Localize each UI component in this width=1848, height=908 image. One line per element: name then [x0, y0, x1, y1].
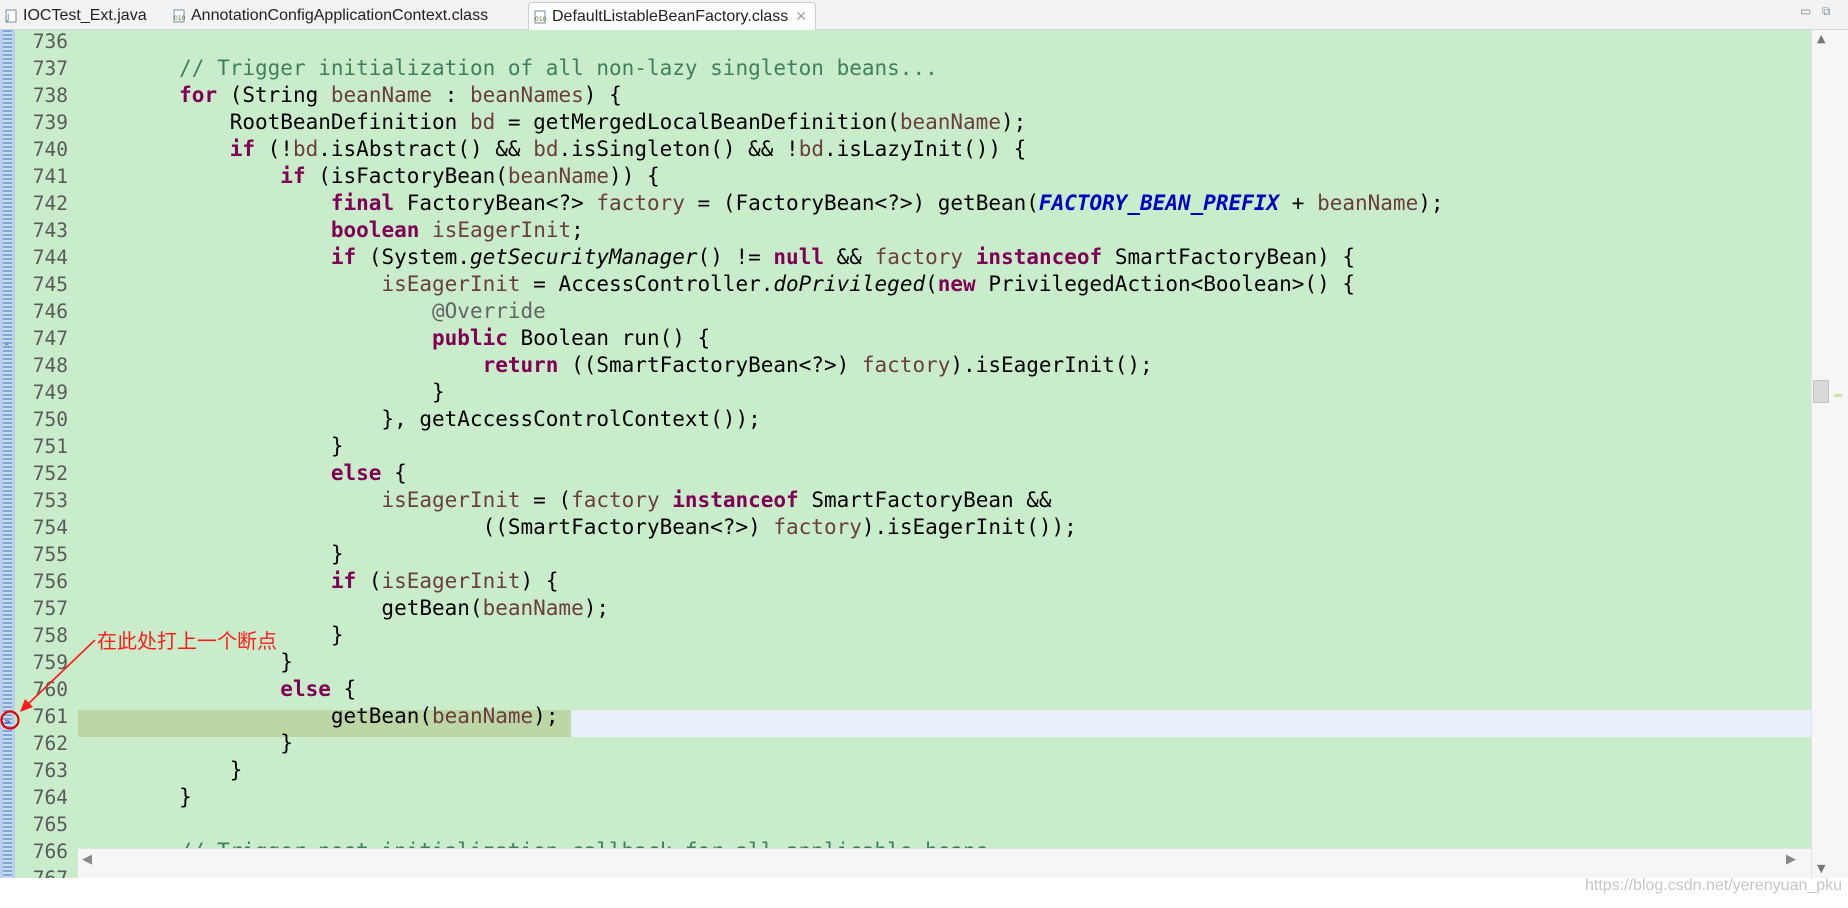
code-line: getBean(beanName);: [78, 596, 610, 620]
line-number: 758: [32, 624, 68, 647]
line-number: 762: [32, 732, 68, 755]
vertical-scrollbar[interactable]: [1811, 30, 1848, 878]
code-line: }, getAccessControlContext());: [78, 407, 761, 431]
line-number: 755: [32, 543, 68, 566]
code-line: }: [78, 785, 192, 809]
code-line: RootBeanDefinition bd = getMergedLocalBe…: [78, 110, 1027, 134]
code-line: isEagerInit = AccessController.doPrivile…: [381, 272, 1355, 296]
scroll-left-icon[interactable]: ◀: [82, 852, 92, 867]
watermark: https://blog.csdn.net/yerenyuan_pku: [1585, 877, 1843, 894]
code-line: }: [78, 731, 293, 755]
code-line: // Trigger initialization of all non-laz…: [179, 56, 938, 80]
line-number: 757: [32, 597, 68, 620]
code-line: else {: [330, 461, 407, 485]
line-number: 736: [32, 30, 68, 53]
code-line: }: [78, 758, 243, 782]
code-line: ((SmartFactoryBean<?>) factory).isEagerI…: [78, 515, 1077, 539]
line-number: 752: [32, 462, 68, 485]
editor-tab-bar: J IOCTest_Ext.java 010 AnnotationConfigA…: [0, 0, 1848, 30]
line-number: 740: [32, 138, 68, 161]
current-code-line: getBean(beanName);: [78, 704, 559, 728]
line-number: 753: [32, 489, 68, 512]
code-line: public Boolean run() {: [432, 326, 711, 350]
line-number: 743: [32, 219, 68, 242]
code-line: final FactoryBean<?> factory = (FactoryB…: [330, 191, 1444, 215]
code-line: }: [78, 542, 344, 566]
line-number: 737: [32, 57, 68, 80]
horizontal-scrollbar[interactable]: [78, 848, 1811, 878]
svg-text:010: 010: [174, 15, 186, 22]
scroll-up-icon[interactable]: ▲: [1817, 32, 1825, 45]
line-number: 756: [32, 570, 68, 593]
line-number: 767: [15, 865, 68, 878]
code-line: }: [78, 434, 344, 458]
line-number: 760: [32, 678, 68, 701]
restore-icon[interactable]: ⧉: [1822, 4, 1831, 19]
current-line-number: 761: [32, 705, 68, 728]
line-number: 739: [32, 111, 68, 134]
line-number: 738: [32, 84, 68, 107]
code-line: for (String beanName : beanNames) {: [179, 83, 622, 107]
svg-text:J: J: [6, 13, 9, 22]
line-number: 741: [32, 165, 68, 188]
line-number: 744: [32, 246, 68, 269]
code-line: if (isFactoryBean(beanName)) {: [280, 164, 660, 188]
code-line: return ((SmartFactoryBean<?>) factory).i…: [482, 353, 1153, 377]
code-line: if (!bd.isAbstract() && bd.isSingleton()…: [229, 137, 1027, 161]
line-number: 754: [32, 516, 68, 539]
tab-label: AnnotationConfigApplicationContext.class: [191, 6, 489, 24]
line-number: 746: [32, 300, 68, 323]
line-number: 745: [32, 273, 68, 296]
tab-annotation-config-app-context[interactable]: 010 AnnotationConfigApplicationContext.c…: [172, 2, 488, 29]
java-file-icon: J: [4, 9, 18, 23]
code-editor[interactable]: 736 737 // Trigger initialization of all…: [0, 30, 1848, 908]
line-number: 764: [32, 786, 68, 809]
tab-default-listable-bean-factory[interactable]: 010 DefaultListableBeanFactory.class ✕: [528, 2, 816, 30]
minimize-icon[interactable]: ▭: [1800, 4, 1811, 18]
line-number: 763: [32, 759, 68, 782]
svg-text:010: 010: [535, 16, 547, 23]
line-number: 751: [32, 435, 68, 458]
code-line: else {: [280, 677, 357, 701]
code-line: isEagerInit = (factory instanceof SmartF…: [381, 488, 1052, 512]
line-number: 748: [32, 354, 68, 377]
code-line: if (System.getSecurityManager() != null …: [330, 245, 1356, 269]
code-line: if (isEagerInit) {: [330, 569, 559, 593]
class-file-icon: 010: [533, 10, 547, 24]
code-line: boolean isEagerInit;: [330, 218, 584, 242]
vertical-scroll-thumb[interactable]: [1813, 380, 1829, 403]
line-number: 742: [32, 192, 68, 215]
overview-ruler-mark[interactable]: [1834, 394, 1842, 397]
code-line: @Override: [432, 299, 546, 323]
code-line: }: [78, 380, 445, 404]
tab-ioctest-ext[interactable]: J IOCTest_Ext.java: [4, 2, 147, 29]
close-tab-icon[interactable]: ✕: [795, 8, 807, 25]
tab-label: IOCTest_Ext.java: [23, 6, 147, 24]
line-number: 766: [32, 840, 68, 863]
line-number: 750: [32, 408, 68, 431]
line-number: 749: [32, 381, 68, 404]
scroll-right-icon[interactable]: ▶: [1786, 852, 1796, 867]
tab-label: DefaultListableBeanFactory.class: [552, 7, 789, 25]
line-number: 765: [32, 813, 68, 836]
scroll-down-icon[interactable]: ▼: [1817, 862, 1825, 875]
annotation-note: 在此处打上一个断点: [97, 629, 277, 653]
class-file-icon: 010: [172, 9, 186, 23]
line-number: 759: [32, 651, 68, 674]
line-number: 747: [32, 327, 68, 350]
